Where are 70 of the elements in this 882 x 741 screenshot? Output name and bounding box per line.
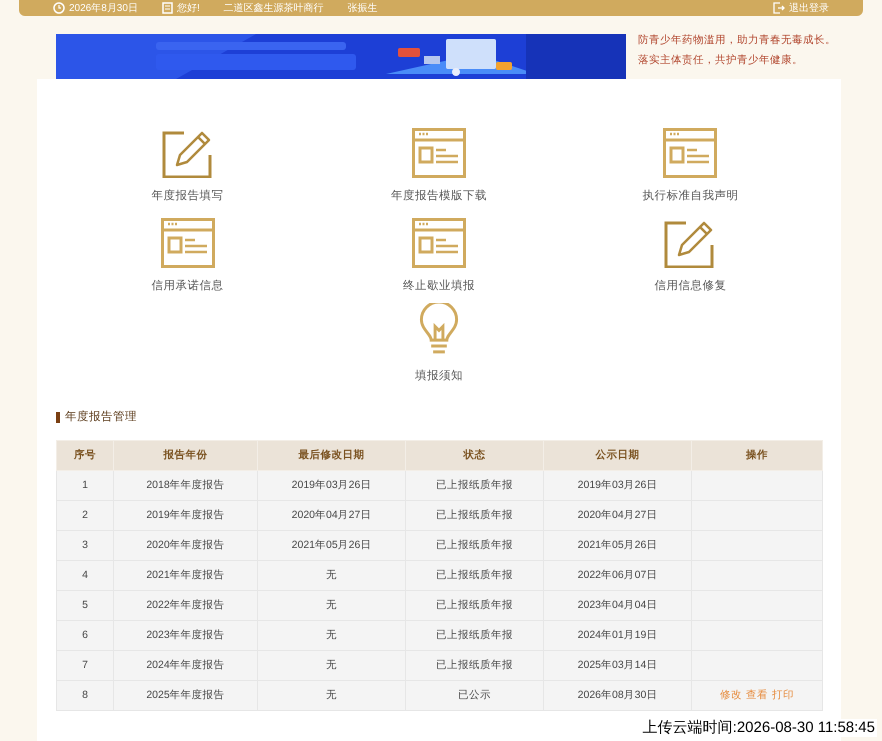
menu-link[interactable]: 填报须知 [414, 368, 463, 385]
table-cell: 2021年05月26日 [258, 530, 406, 561]
table-cell: 已上报纸质年报 [406, 620, 544, 651]
table-cell: 2023年年度报告 [114, 620, 258, 651]
notice-text: 防青少年药物滥用，助力青春无毒成长。 [638, 33, 836, 48]
table-cell: 3 [56, 530, 114, 561]
column-header: 最后修改日期 [258, 440, 406, 471]
table-cell: 2025年年度报告 [114, 680, 258, 711]
section-marker [56, 412, 60, 424]
table-cell: 已上报纸质年报 [406, 500, 544, 531]
table-cell: 4 [56, 560, 114, 591]
menu-link[interactable]: 信用信息修复 [654, 278, 726, 295]
table-cell: 8 [56, 680, 114, 711]
table-cell: 2 [56, 500, 114, 531]
menu-link[interactable]: 年度报告填写 [152, 188, 224, 205]
table-cell: 已上报纸质年报 [406, 470, 544, 501]
menu-link[interactable]: 终止歇业填报 [402, 278, 475, 295]
table-cell: 已上报纸质年报 [406, 590, 544, 621]
pencil-icon[interactable] [162, 130, 214, 178]
logout-icon[interactable] [773, 2, 785, 14]
menu-link[interactable]: 执行标准自我声明 [642, 188, 738, 205]
column-header: 序号 [56, 440, 114, 471]
table-cell: 2019年03月26日 [544, 470, 692, 501]
form-icon[interactable] [412, 218, 466, 268]
table-cell: 无 [258, 680, 406, 711]
form-icon[interactable] [412, 128, 466, 178]
upload-time-text: 上传云端时间:2026-08-30 11:58:45 [640, 719, 877, 737]
table-cell: 2023年04月04日 [544, 590, 692, 621]
menu-link[interactable]: 年度报告模版下载 [390, 188, 487, 205]
table-cell: 无 [258, 560, 406, 591]
table-cell: 7 [56, 650, 114, 681]
table-cell: 已上报纸质年报 [406, 560, 544, 591]
table-cell: 2024年年度报告 [114, 650, 258, 681]
notice-text: 落实主体责任，共护青少年健康。 [638, 53, 804, 68]
table-cell: 无 [258, 650, 406, 681]
clock-icon [53, 2, 65, 14]
table-cell: 已上报纸质年报 [406, 530, 544, 561]
form-icon[interactable] [160, 218, 215, 268]
form-icon[interactable] [663, 128, 718, 178]
table-cell: 2021年05月26日 [544, 530, 692, 561]
table-cell: 2020年04月27日 [544, 500, 692, 531]
column-header: 公示日期 [544, 440, 692, 471]
table-cell: 5 [56, 590, 114, 621]
table-cell: 2022年06月07日 [544, 560, 692, 591]
table-cell: 2025年03月14日 [544, 650, 692, 681]
table-cell: 2021年年度报告 [114, 560, 258, 591]
column-header: 状态 [406, 440, 544, 471]
table-cell: 2022年年度报告 [114, 590, 258, 621]
table-cell: 2020年04月27日 [258, 500, 406, 531]
table-cell: 2019年年度报告 [114, 500, 258, 531]
table-cell: 2026年08月30日 [544, 680, 692, 711]
pencil-icon[interactable] [664, 220, 716, 268]
user-name: 张振生 [348, 2, 378, 16]
greeting-text: 您好! [176, 2, 200, 16]
table-cell: 2018年年度报告 [114, 470, 258, 501]
table-cell: 无 [258, 620, 406, 651]
date-text: 2026年8月30日 [69, 2, 138, 16]
company-name: 二道区鑫生源茶叶商行 [224, 2, 324, 16]
table-cell: 1 [56, 470, 114, 501]
menu-link[interactable]: 信用承诺信息 [152, 278, 224, 295]
table-cell: 6 [56, 620, 114, 651]
column-header: 报告年份 [114, 440, 258, 471]
table-cell: 已公示 [406, 680, 544, 711]
table-cell: 2024年01月19日 [544, 620, 692, 651]
table-cell: 已上报纸质年报 [406, 650, 544, 681]
column-header: 操作 [692, 440, 822, 471]
table-cell: 2019年03月26日 [258, 470, 406, 501]
section-title: 年度报告管理 [65, 410, 137, 425]
table-cell: 无 [258, 590, 406, 621]
table-cell: 2020年年度报告 [114, 530, 258, 561]
